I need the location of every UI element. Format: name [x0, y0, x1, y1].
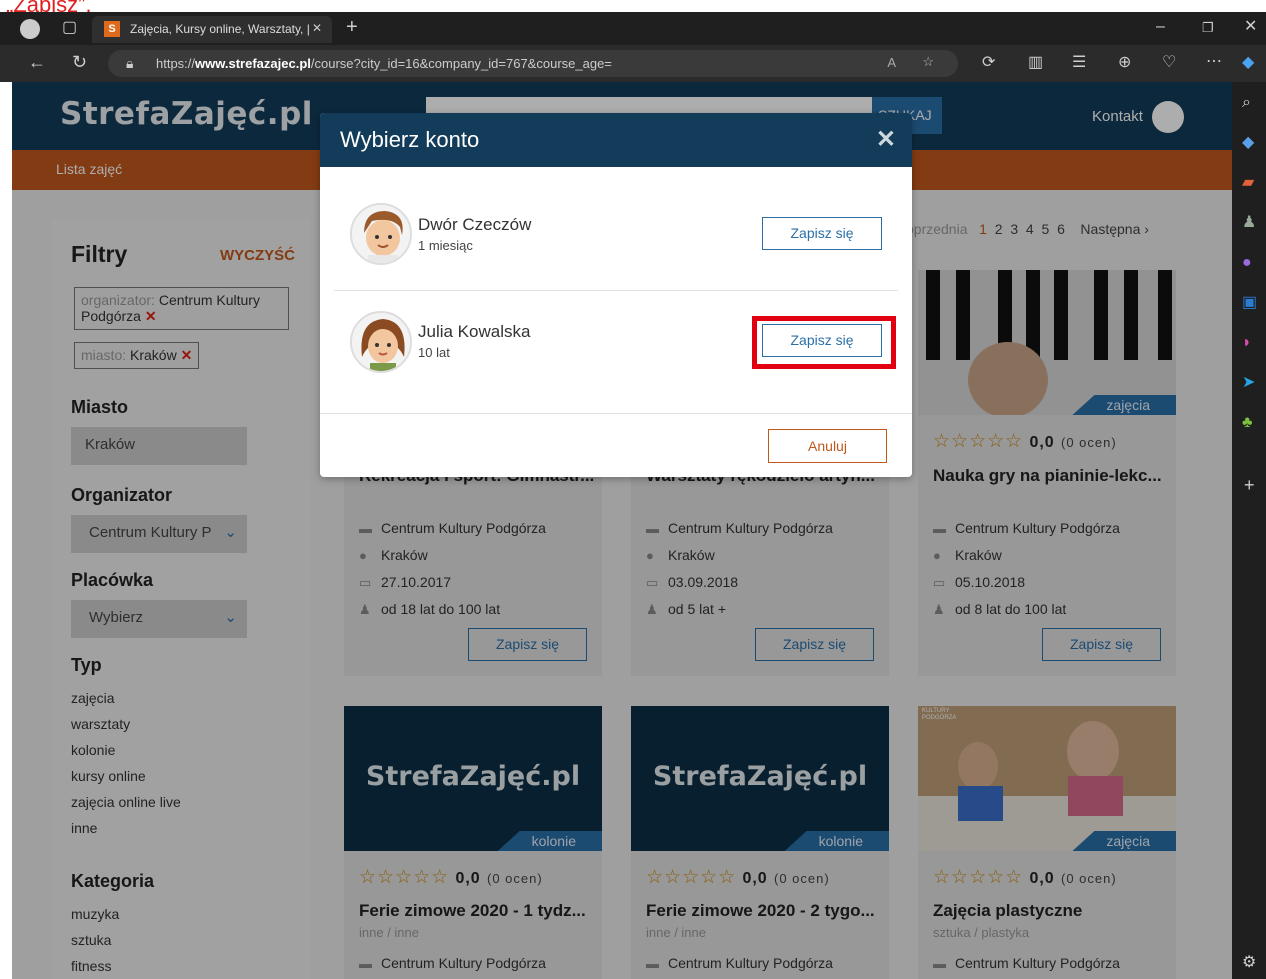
boy-avatar-illustration — [352, 205, 410, 263]
favorite-star-icon[interactable]: ☆ — [922, 54, 934, 70]
back-icon[interactable]: ← — [28, 53, 46, 71]
favorites-icon[interactable]: ☰ — [1072, 54, 1086, 72]
tree-icon[interactable]: ♣ — [1242, 414, 1253, 432]
add-sidebar-icon[interactable]: + — [1244, 476, 1255, 494]
collections-icon[interactable]: ⊕ — [1118, 54, 1131, 72]
divider — [320, 413, 912, 414]
account-row: Dwór Czeczów 1 miesiąc Zapisz się — [320, 167, 912, 290]
url-prefix: https:// — [156, 56, 196, 71]
enroll-account-button[interactable]: Zapisz się — [762, 217, 882, 250]
account-age: 1 miesiąc — [418, 238, 473, 253]
url-path: /course?city_id=16&company_id=767&course… — [310, 56, 612, 71]
close-icon[interactable]: ✕ — [876, 125, 896, 154]
lock-icon: 🔒︎ — [126, 55, 134, 71]
m365-icon[interactable]: ● — [1242, 254, 1252, 272]
boy-avatar-icon — [350, 203, 412, 265]
refresh-icon[interactable]: ↻ — [72, 53, 87, 71]
copilot-icon[interactable]: ◆ — [1242, 54, 1254, 72]
shopping-tag-icon[interactable]: ◆ — [1242, 134, 1254, 152]
tab-title: Zajęcia, Kursy online, Warsztaty, | — [130, 22, 310, 36]
new-tab-icon[interactable]: + — [346, 17, 358, 37]
extensions-icon[interactable]: ⟳ — [982, 54, 995, 72]
minimize-icon[interactable]: – — [1156, 18, 1165, 36]
url-host: www.strefazajec.pl — [195, 56, 311, 71]
cancel-button[interactable]: Anuluj — [768, 429, 887, 463]
sidebar-settings-icon[interactable]: ⚙ — [1242, 954, 1256, 972]
more-menu-icon[interactable]: ⋯ — [1206, 53, 1222, 71]
games-icon[interactable]: ♟ — [1242, 214, 1256, 232]
browser-tab-bar: ▢ S Zajęcia, Kursy online, Warsztaty, | … — [0, 12, 1266, 45]
girl-avatar-illustration — [352, 313, 410, 371]
modal-title: Wybierz konto — [340, 127, 480, 152]
tools-icon[interactable]: ▰ — [1242, 174, 1254, 192]
highlight-box — [752, 316, 896, 369]
read-aloud-icon[interactable]: A — [887, 55, 896, 70]
account-name: Dwór Czeczów — [418, 215, 532, 234]
close-window-icon[interactable]: ✕ — [1244, 18, 1257, 36]
send-icon[interactable]: ➤ — [1242, 374, 1255, 392]
account-name: Julia Kowalska — [418, 322, 531, 341]
modal-header: Wybierz konto ✕ — [320, 113, 912, 167]
browser-sidebar: ⌕ ◆ ▰ ♟ ● ▣ ◗ ➤ ♣ + ⚙ — [1232, 82, 1266, 979]
choose-account-modal: Wybierz konto ✕ Dwór Czeczów 1 miesiąc Z… — [320, 113, 912, 477]
tab-actions-icon[interactable]: ▢ — [62, 19, 77, 37]
designer-icon[interactable]: ◗ — [1242, 334, 1252, 352]
browser-address-bar: ← ↻ 🔒︎ https://www.strefazajec.pl/course… — [0, 45, 1266, 82]
search-sidebar-icon[interactable]: ⌕ — [1242, 94, 1251, 112]
site-favicon: S — [104, 21, 120, 37]
split-screen-icon[interactable]: ▥ — [1028, 54, 1043, 72]
performance-icon[interactable]: ♡ — [1162, 54, 1176, 72]
browser-tab[interactable]: S Zajęcia, Kursy online, Warsztaty, | ✕ — [92, 16, 332, 43]
outlook-icon[interactable]: ▣ — [1242, 294, 1257, 312]
account-age: 10 lat — [418, 345, 450, 360]
tab-close-icon[interactable]: ✕ — [312, 21, 322, 35]
girl-avatar-icon — [350, 311, 412, 373]
url-field[interactable]: 🔒︎ https://www.strefazajec.pl/course?cit… — [108, 50, 958, 77]
profile-icon[interactable] — [20, 19, 40, 39]
restore-icon[interactable]: ❐ — [1202, 19, 1214, 37]
